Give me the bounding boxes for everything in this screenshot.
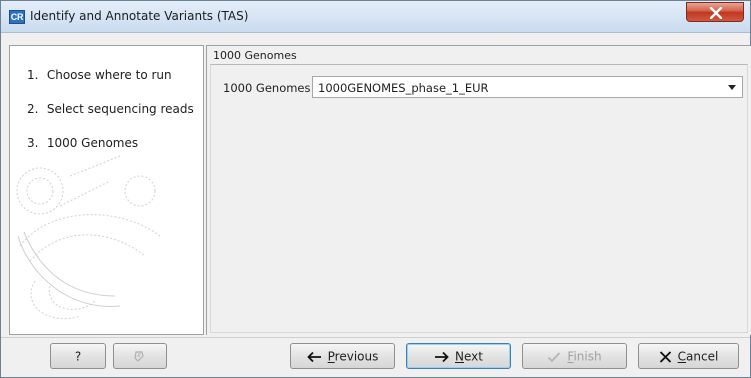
dropdown-selected-value: 1000GENOMES_phase_1_EUR xyxy=(318,81,489,95)
decorative-spiral-watermark xyxy=(16,155,161,320)
close-icon xyxy=(709,7,723,19)
genomes-field-label: 1000 Genomes xyxy=(223,81,311,95)
footer-divider xyxy=(1,337,750,338)
next-label: Next xyxy=(455,349,483,364)
help-label: ? xyxy=(74,349,82,364)
next-button[interactable]: Next xyxy=(406,343,511,369)
step-choose-where-to-run[interactable]: 1. Choose where to run xyxy=(27,68,172,82)
title-bar: CR Identify and Annotate Variants (TAS) xyxy=(1,1,750,33)
finish-label: Finish xyxy=(567,349,602,364)
previous-label: Previous xyxy=(327,349,379,364)
step-label: Choose where to run xyxy=(46,68,172,82)
cancel-button[interactable]: Cancel xyxy=(638,343,739,369)
previous-button[interactable]: Previous xyxy=(290,343,395,369)
step-number: 1. xyxy=(27,68,39,82)
content-panel: 1000 Genomes 1000 Genomes 1000GENOMES_ph… xyxy=(206,45,751,335)
step-select-sequencing-reads[interactable]: 2. Select sequencing reads xyxy=(27,102,194,116)
reset-icon xyxy=(134,350,144,362)
genomes-dropdown[interactable]: 1000GENOMES_phase_1_EUR xyxy=(312,76,743,98)
step-label: Select sequencing reads xyxy=(46,102,194,116)
x-icon xyxy=(659,350,671,363)
chevron-down-icon xyxy=(728,85,736,90)
group-title: 1000 Genomes xyxy=(213,49,297,62)
arrow-left-icon xyxy=(306,351,321,362)
dialog-window: CR Identify and Annotate Variants (TAS) … xyxy=(0,0,751,378)
group-frame xyxy=(210,64,748,333)
check-icon xyxy=(548,351,561,362)
step-number: 2. xyxy=(27,102,39,116)
close-button[interactable] xyxy=(686,2,744,22)
help-button[interactable]: ? xyxy=(50,343,106,369)
finish-button[interactable]: Finish xyxy=(522,343,627,369)
app-icon: CR xyxy=(9,10,25,24)
arrow-right-icon xyxy=(435,351,449,362)
window-title: Identify and Annotate Variants (TAS) xyxy=(30,9,249,23)
wizard-steps-panel: 1. Choose where to run 2. Select sequenc… xyxy=(9,45,204,335)
reset-button[interactable] xyxy=(113,343,167,369)
cancel-label: Cancel xyxy=(677,349,719,364)
